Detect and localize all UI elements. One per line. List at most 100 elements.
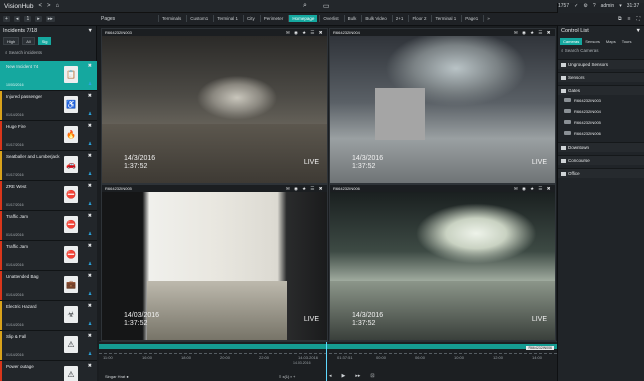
page-tab[interactable]: Page1	[461, 15, 481, 22]
last-layout-button[interactable]: ▸▸	[45, 16, 55, 22]
timeline-tick: 22:00	[259, 355, 270, 360]
fall-icon: ⚠	[64, 336, 78, 353]
camera-list-item[interactable]: R664232IN006	[558, 128, 644, 139]
add-layout-button[interactable]: +	[3, 16, 10, 22]
camera-controls-4[interactable]: ✉ ◉ ★ ☰ ✖	[514, 186, 552, 191]
page-tab[interactable]: Bulk	[343, 15, 360, 22]
camera-tile-2[interactable]: R664232IN004 ✉ ◉ ★ ☰ ✖ 14/3/2016 1:37:52 …	[329, 28, 556, 184]
close-icon[interactable]: ✖	[88, 123, 92, 129]
speed-control[interactable]: Singar Hrat ●	[105, 374, 129, 379]
camera-group[interactable]: Downtown	[558, 142, 644, 152]
fire-icon: 🔥	[64, 126, 78, 143]
incident-name: Traffic Jam	[6, 214, 29, 219]
close-icon[interactable]: ✖	[88, 93, 92, 99]
play-icon[interactable]: ▶	[342, 373, 346, 379]
close-icon[interactable]: ✖	[88, 363, 92, 369]
camera-controls-1[interactable]: ✉ ◉ ★ ☰ ✖	[286, 30, 324, 35]
camera-group[interactable]: Sensors	[558, 72, 644, 82]
page-tab[interactable]: 2+1	[391, 15, 407, 22]
control-list-tab[interactable]: Sensors	[582, 38, 603, 45]
page-tab[interactable]: Terminals	[158, 15, 184, 22]
sig-filter[interactable]: Sig	[37, 37, 52, 45]
screen-icon[interactable]: ▭	[323, 2, 330, 10]
zoom-control[interactable]: ≡ x(1) ▪ +	[279, 374, 295, 379]
incident-item[interactable]: Seatballer and Lumberjack 01/17/2016 🚗 ✖ ♟	[0, 151, 97, 181]
camera-list-item[interactable]: R664232IN004	[558, 106, 644, 117]
next-layout-button[interactable]: ▸	[35, 16, 42, 22]
page-tab[interactable]: Overlist	[319, 15, 341, 22]
control-list-tab[interactable]: Cameras	[560, 38, 583, 45]
recording-bar[interactable]	[99, 344, 557, 349]
fast-forward-icon[interactable]: ▸▸	[355, 373, 360, 379]
traffic-icon: ⛔	[64, 216, 78, 233]
page-tab[interactable]: City	[243, 15, 258, 22]
control-list-panel: Control List ▼ Cameras Sensors Maps Tours ⌕…	[557, 26, 644, 381]
page-tab[interactable]: Perimeter	[259, 15, 287, 22]
camera-list-label: R664232IN005	[574, 120, 601, 125]
close-icon[interactable]: ✖	[88, 273, 92, 279]
incident-item[interactable]: Huge Fire 01/17/2016 🔥 ✖ ♟	[0, 121, 97, 151]
page-tab[interactable]: Terminal 1	[431, 15, 459, 22]
search-icon[interactable]: ⌕	[303, 2, 307, 10]
person-icon: ♟	[87, 201, 92, 206]
close-icon[interactable]: ✖	[88, 213, 92, 219]
forward-icon[interactable]: >	[47, 3, 51, 9]
camera-group[interactable]: Gates	[558, 85, 644, 95]
page-tab[interactable]: Floor 2	[408, 15, 429, 22]
page-tab[interactable]: »	[483, 15, 493, 22]
filter-icon[interactable]: ▼	[88, 28, 93, 34]
back-icon[interactable]: <	[39, 3, 43, 9]
incident-search[interactable]: ⌕ Search incidents	[3, 48, 93, 58]
close-icon[interactable]: ✖	[88, 333, 92, 339]
incident-item[interactable]: Unattended Bag 01/14/2016 💼 ✖ ♟	[0, 271, 97, 301]
control-list-tab[interactable]: Maps	[603, 38, 619, 45]
priority-stripe	[0, 181, 2, 210]
incident-item[interactable]: Slip & Fall 01/14/2016 ⚠ ✖ ♟	[0, 331, 97, 361]
camera-group[interactable]: Ungrouped Sensors	[558, 59, 644, 69]
fullscreen-icon[interactable]: ⛶	[636, 16, 640, 22]
incident-item[interactable]: New Incident 74 10/03/2016 📋 ✖ ♟	[0, 61, 97, 91]
camera-group-label: Office	[568, 171, 580, 176]
camera-list-item[interactable]: R664232IN005	[558, 117, 644, 128]
layout-controls: + ◂ 1 ▸ ▸▸	[3, 16, 55, 22]
incident-item[interactable]: Traffic Jam 01/14/2016 ⛔ ✖ ♟	[0, 211, 97, 241]
incidents-panel: Incidents 7/18 ▼ High All Sig ⌕ Search i…	[0, 26, 97, 381]
camera-list-item[interactable]: R664232IN003	[558, 95, 644, 106]
camera-tile-1[interactable]: R664232IN003 ✉ ◉ ★ ☰ ✖ 14/3/2016 1:37:52 …	[101, 28, 328, 184]
close-icon[interactable]: ✖	[88, 183, 92, 189]
camera-tile-4[interactable]: R664232IN006 ✉ ◉ ★ ☰ ✖ 14/3/2016 1:37:52 …	[329, 184, 556, 341]
close-icon[interactable]: ✖	[88, 303, 92, 309]
camera-group[interactable]: Concourse	[558, 155, 644, 165]
incident-item[interactable]: Injured passenger 01/14/2016 ♿ ✖ ♟	[0, 91, 97, 121]
incident-item[interactable]: Traffic Jam 01/14/2016 ⛔ ✖ ♟	[0, 241, 97, 271]
menu-icon[interactable]: ≡	[628, 16, 631, 22]
camera-controls-3[interactable]: ✉ ◉ ★ ☰ ✖	[286, 186, 324, 191]
window-icon[interactable]: ⧉	[618, 16, 622, 22]
camera-controls-2[interactable]: ✉ ◉ ★ ☰ ✖	[514, 30, 552, 35]
home-icon[interactable]: ⌂	[56, 3, 60, 9]
camera-group[interactable]: Office	[558, 168, 644, 178]
export-icon[interactable]: ⊡	[370, 373, 374, 379]
page-tab[interactable]: Homepage	[288, 15, 318, 22]
close-icon[interactable]: ✖	[88, 243, 92, 249]
layout-number[interactable]: 1	[24, 16, 32, 22]
priority-stripe	[0, 361, 2, 381]
scope-filter[interactable]: All	[22, 37, 35, 45]
camera-tile-3[interactable]: R664232IN005 ✉ ◉ ★ ☰ ✖ 14/03/2016 1:37:52…	[101, 184, 328, 341]
timeline-tick: 10:00	[454, 355, 465, 360]
page-tab[interactable]: Bulk Video	[361, 15, 389, 22]
incident-item[interactable]: Electric Hazard 01/14/2016 ☣ ✖ ♟	[0, 301, 97, 331]
control-list-tab[interactable]: Tours	[619, 38, 635, 45]
page-tab[interactable]: Terminal 1	[213, 15, 241, 22]
incident-item[interactable]: ZRE West 01/17/2016 ⛔ ✖ ♟	[0, 181, 97, 211]
page-tab[interactable]: Custom1	[186, 15, 211, 22]
filter-icon[interactable]: ▼	[636, 28, 641, 34]
step-back-icon[interactable]: ◂	[329, 373, 332, 379]
close-icon[interactable]: ✖	[88, 153, 92, 159]
priority-filter[interactable]: High	[3, 37, 20, 45]
incident-item[interactable]: Power outage⚠✖♟	[0, 361, 97, 381]
timeline[interactable]: R664232IN006 11:00 16:00 18:00 20:00 22:00 14…	[99, 341, 557, 381]
camera-search[interactable]: ⌕ Search Cameras	[561, 48, 641, 56]
prev-layout-button[interactable]: ◂	[13, 16, 21, 22]
close-icon[interactable]: ✖	[88, 63, 92, 69]
